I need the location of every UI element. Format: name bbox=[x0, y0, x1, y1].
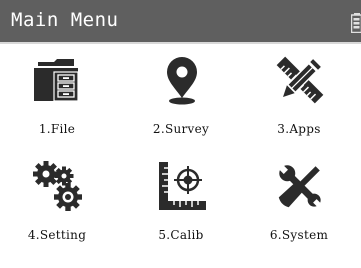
calibration-target-icon bbox=[159, 162, 206, 210]
menu-item-label: 2.Survey bbox=[152, 122, 210, 136]
menu-item-label: 1.File bbox=[38, 122, 76, 136]
menu-item-label: 5.Calib bbox=[158, 228, 204, 242]
location-pin-icon bbox=[167, 57, 197, 105]
wrench-screwdriver-icon bbox=[278, 164, 323, 209]
menu-item-label: 6.System bbox=[269, 228, 329, 242]
menu-item-apps[interactable]: 3.Apps bbox=[244, 44, 354, 144]
page-title: Main Menu bbox=[11, 9, 119, 31]
menu-item-calib[interactable]: 5.Calib bbox=[126, 150, 236, 250]
menu-item-setting[interactable]: 4.Setting bbox=[2, 150, 112, 250]
menu-item-file[interactable]: 1.File bbox=[2, 44, 112, 144]
menu-item-label: 4.Setting bbox=[27, 228, 87, 242]
title-bar: Main Menu bbox=[0, 0, 361, 44]
main-menu-screen: Main Menu 1.File 2.Survey 3.Apps 4.Setti… bbox=[0, 0, 361, 268]
gears-icon bbox=[33, 161, 82, 211]
menu-item-survey[interactable]: 2.Survey bbox=[126, 44, 236, 144]
menu-item-system[interactable]: 6.System bbox=[244, 150, 354, 250]
file-cabinet-icon bbox=[34, 59, 79, 102]
battery-icon bbox=[351, 13, 361, 33]
pencil-ruler-icon bbox=[276, 56, 324, 104]
menu-grid: 1.File 2.Survey 3.Apps 4.Setting 5.Calib… bbox=[0, 44, 361, 268]
menu-item-label: 3.Apps bbox=[277, 122, 321, 136]
